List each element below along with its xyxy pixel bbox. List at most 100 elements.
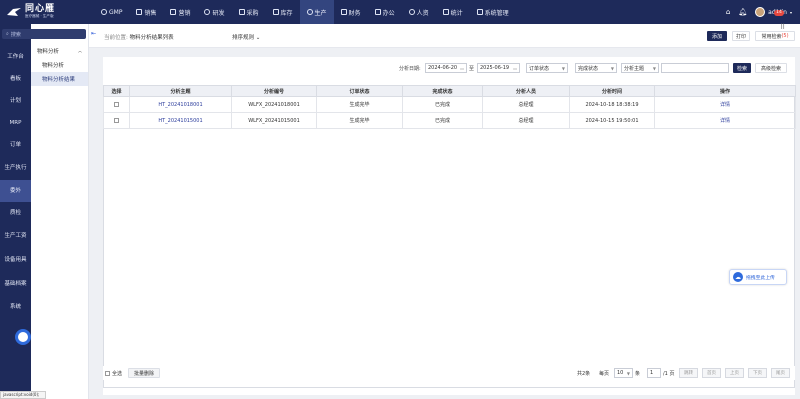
sidebar-search[interactable]: ⌕ 搜索: [2, 29, 86, 39]
nav-item-4[interactable]: 采购: [232, 0, 266, 24]
sidebar-item-6[interactable]: 委外: [0, 180, 31, 202]
submenu-item-material-analysis[interactable]: 物料分析: [31, 58, 88, 72]
per-page-select[interactable]: 10 ▼: [614, 368, 633, 378]
user-menu[interactable]: 14 admin ▾: [755, 7, 792, 17]
brand-logo[interactable]: 同心雁 医疗器械 · 生产版: [0, 0, 72, 24]
jump-button[interactable]: 跳转: [679, 368, 698, 378]
main-content: ⇤ 当前位置: 物料分析结果列表 排序规则 ⌄ 添加 打印 常用检索 (5) 分析…: [89, 24, 800, 399]
cell-complete-status: 已完成: [402, 96, 483, 113]
sidebar-item-8[interactable]: 生产工资: [0, 224, 31, 248]
column-header[interactable]: 分析时间: [569, 85, 655, 97]
order-status-select[interactable]: 订单状态 ▼: [526, 63, 568, 73]
print-button[interactable]: 打印: [732, 31, 750, 41]
submenu-group-label: 物料分析: [37, 49, 60, 55]
common-search-button[interactable]: 常用检索 (5): [755, 31, 795, 41]
sidebar-item-7[interactable]: 质检: [0, 202, 31, 224]
last-page-button[interactable]: 尾页: [771, 368, 790, 378]
row-select-cell: [103, 112, 130, 129]
subject-select[interactable]: 分析主题 ▼: [621, 63, 659, 73]
date-to-input[interactable]: 2025-06-19 ▭: [477, 63, 520, 73]
row-checkbox[interactable]: [114, 101, 119, 107]
nav-item-label: 销售: [144, 9, 157, 17]
home-icon[interactable]: ⌂: [726, 8, 730, 16]
complete-status-select[interactable]: 完成状态 ▼: [575, 63, 617, 73]
floating-assist-button[interactable]: [15, 329, 31, 345]
nav-item-0[interactable]: GMP: [94, 0, 129, 24]
nav-item-label: 营销: [178, 9, 191, 17]
nav-item-label: 采购: [246, 9, 259, 17]
sidebar-item-11[interactable]: 系统: [0, 296, 31, 318]
collapse-sidebar-icon[interactable]: ⇤: [91, 30, 96, 37]
submenu-group[interactable]: 物料分析 ︿: [31, 44, 88, 58]
cell-subject[interactable]: HT_20241018001: [129, 96, 232, 113]
table-row[interactable]: HT_20241018001 WLFX_20241018001 生成完毕 已完成 总经理…: [103, 96, 796, 113]
search-button[interactable]: 检索: [733, 63, 751, 73]
sidebar-item-4[interactable]: 订单: [0, 134, 31, 156]
sort-rule-dropdown[interactable]: 排序规则 ⌄: [232, 33, 260, 41]
inventory-icon: [272, 9, 279, 15]
sidebar-item-10[interactable]: 基础档案: [0, 272, 31, 296]
per-page-value: 10: [617, 370, 624, 376]
sidebar-item-3[interactable]: MRP: [0, 112, 31, 134]
nav-item-9[interactable]: 人资: [402, 0, 436, 24]
column-header: 操作: [654, 85, 796, 97]
next-page-button[interactable]: 下页: [748, 368, 767, 378]
nav-item-6[interactable]: 生产: [299, 0, 334, 24]
date-from-input[interactable]: 2024-06-20 ▭: [425, 63, 467, 73]
table-row[interactable]: HT_20241015001 WLFX_20241015001 生成完毕 已完成 总经理…: [103, 112, 796, 129]
page-input[interactable]: 1: [647, 368, 661, 378]
nav-item-11[interactable]: 系统管理: [470, 0, 516, 24]
first-page-button[interactable]: 首页: [702, 368, 721, 378]
detail-link[interactable]: 详情: [654, 96, 796, 113]
batch-delete-button[interactable]: 批量删除: [128, 368, 160, 378]
total-count: 共2条: [577, 371, 591, 377]
nav-item-label: 研发: [212, 9, 225, 17]
cell-time: 2024-10-15 19:50:01: [569, 112, 655, 129]
table-footer: 全选 批量删除 共2条 每页 10 ▼ 条 1 /1 页 跳转 首页 上页 下页 …: [103, 366, 795, 380]
cell-complete-status: 已完成: [402, 112, 483, 129]
bell-icon[interactable]: 🔔︎: [738, 8, 747, 16]
browser-status-bar: javascript:void(0);: [0, 391, 46, 399]
sidebar-item-2[interactable]: 计划: [0, 90, 31, 112]
chevron-up-icon: ︿: [78, 48, 82, 53]
logo-bird-icon: [7, 8, 21, 16]
nav-item-2[interactable]: 营销: [163, 0, 197, 24]
add-button[interactable]: 添加: [707, 31, 727, 41]
page-total: /1 页: [663, 371, 675, 377]
sidebar-item-1[interactable]: 看板: [0, 68, 31, 90]
select-all-checkbox[interactable]: 全选: [105, 370, 122, 377]
advanced-search-button[interactable]: 高级检索: [755, 63, 787, 73]
nav-item-10[interactable]: 统计: [436, 0, 470, 24]
breadcrumb: 当前位置: 物料分析结果列表: [104, 33, 174, 41]
chevron-down-icon: ▼: [652, 65, 656, 71]
sidebar-item-5[interactable]: 生产执行: [0, 156, 31, 180]
hr-icon: [408, 9, 415, 15]
submenu-item-analysis-results[interactable]: 物料分析结果: [31, 72, 88, 86]
detail-link[interactable]: 详情: [654, 112, 796, 129]
cell-person: 总经理: [482, 112, 570, 129]
nav-item-3[interactable]: 研发: [197, 0, 231, 24]
nav-item-1[interactable]: 销售: [129, 0, 163, 24]
chevron-down-icon: ▼: [626, 370, 630, 376]
results-panel: 分析日期: 2024-06-20 ▭ 至 2025-06-19 ▭ 订单状态 ▼ 完成…: [103, 57, 796, 395]
breadcrumb-page: 物料分析结果列表: [129, 35, 174, 41]
prev-page-button[interactable]: 上页: [725, 368, 744, 378]
sidebar-item-0[interactable]: 工作台: [0, 46, 31, 68]
stats-icon: [442, 9, 449, 15]
nav-item-label: 生产: [314, 9, 327, 17]
keyword-input[interactable]: [661, 63, 729, 73]
common-search-label: 常用检索: [761, 33, 782, 40]
nav-item-7[interactable]: 财务: [334, 0, 368, 24]
apps-grid-icon[interactable]: ⠿: [780, 23, 790, 31]
rnd-icon: [204, 9, 211, 15]
complete-status-value: 完成状态: [578, 65, 599, 72]
cell-subject[interactable]: HT_20241015001: [129, 112, 232, 129]
nav-item-label: 系统管理: [484, 9, 509, 17]
nav-item-8[interactable]: 办公: [368, 0, 402, 24]
nav-item-5[interactable]: 库存: [266, 0, 300, 24]
row-checkbox[interactable]: [114, 117, 119, 123]
checkbox[interactable]: [105, 371, 110, 376]
drag-upload-widget[interactable]: ☁ 拖拽至此上传: [729, 269, 787, 285]
breadcrumb-prefix: 当前位置:: [104, 35, 128, 41]
sidebar-item-9[interactable]: 设备用具: [0, 248, 31, 272]
